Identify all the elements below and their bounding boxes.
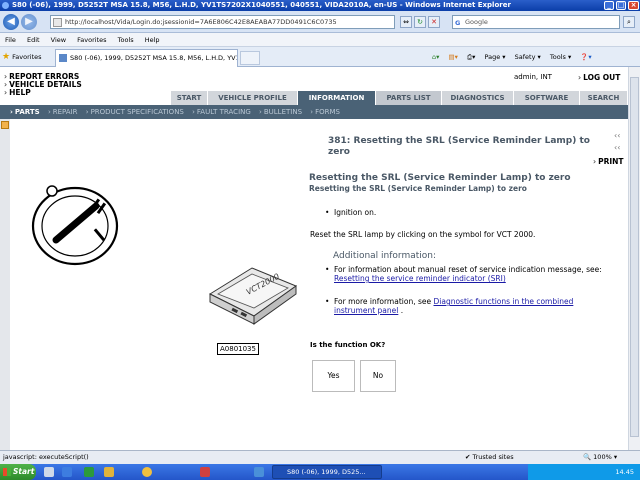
- search-input[interactable]: G Google: [452, 15, 620, 29]
- favorites-bar: ★ Favorites S80 (-06), 1999, D5252T MSA …: [0, 47, 640, 67]
- additional-info-heading: Additional information:: [333, 251, 437, 261]
- scrollbar-thumb[interactable]: [630, 77, 639, 437]
- print-link[interactable]: PRINT: [593, 158, 623, 166]
- menu-edit[interactable]: Edit: [27, 36, 40, 44]
- subnav-repair[interactable]: REPAIR: [48, 108, 78, 116]
- quicklaunch-ie2-icon[interactable]: [254, 467, 264, 477]
- collapse-icon-2[interactable]: ‹‹: [614, 143, 620, 152]
- ignition-lock-illustration: [31, 185, 119, 266]
- taskbar-ie-window[interactable]: S80 (-06), 1999, D525...: [272, 465, 382, 479]
- tab-vehicle-profile[interactable]: VEHICLE PROFILE: [208, 91, 298, 105]
- reset-instruction: Reset the SRL lamp by clicking on the sy…: [310, 230, 536, 239]
- vct2000-device-icon[interactable]: VCT2000: [208, 264, 298, 326]
- star-icon: ★: [2, 52, 11, 62]
- subnav-bulletins[interactable]: BULLETINS: [259, 108, 302, 116]
- step-ignition-on: Ignition on.: [325, 208, 376, 217]
- document-header: 381: Resetting the SRL (Service Reminder…: [328, 136, 590, 157]
- start-button[interactable]: Start: [0, 464, 36, 480]
- function-question: Is the function OK?: [310, 341, 386, 349]
- quicklaunch-app-icon[interactable]: [84, 467, 94, 477]
- user-name: admin, INT: [514, 73, 552, 81]
- feeds-icon[interactable]: ▤▾: [448, 53, 457, 61]
- menu-help[interactable]: Help: [145, 36, 160, 44]
- tab-page-icon: [59, 54, 67, 62]
- favorites-button[interactable]: ★ Favorites: [2, 51, 42, 63]
- back-button[interactable]: ◀: [3, 14, 19, 30]
- compat-view-icon[interactable]: ⇔: [400, 16, 412, 28]
- stop-icon[interactable]: ✕: [428, 16, 440, 28]
- zoom-level[interactable]: 🔍 100% ▾: [583, 451, 617, 464]
- forward-button[interactable]: ▶: [21, 14, 37, 30]
- security-zone: ✔ Trusted sites: [465, 453, 514, 461]
- maximize-button[interactable]: □: [616, 1, 626, 10]
- sri-reset-link[interactable]: Resetting the service reminder indicator…: [334, 274, 506, 283]
- window-title: S80 (-06), 1999, D5252T MSA 15.8, M56, L…: [12, 1, 511, 9]
- top-links: REPORT ERRORS VEHICLE DETAILS HELP: [4, 73, 82, 97]
- quicklaunch-media-icon[interactable]: [200, 467, 210, 477]
- info-item-1: For information about manual reset of se…: [325, 265, 616, 283]
- tab-parts-list[interactable]: PARTS LIST: [376, 91, 442, 105]
- address-toolbar: ◀ ▶ http://localhost/Vida/Login.do;jsess…: [0, 11, 640, 33]
- quicklaunch-desktop-icon[interactable]: [44, 467, 54, 477]
- browser-tab[interactable]: S80 (-06), 1999, D5252T MSA 15.8, M56, L…: [55, 49, 238, 67]
- folder-icon[interactable]: [1, 121, 9, 129]
- subnav-forms[interactable]: FORMS: [310, 108, 340, 116]
- taskbar: Start S80 (-06), 1999, D525... 14.45: [0, 464, 640, 480]
- image-reference-label: A0801035: [217, 343, 259, 355]
- sub-navigation: PARTS REPAIR PRODUCT SPECIFICATIONS FAUL…: [0, 105, 628, 119]
- menu-view[interactable]: View: [51, 36, 66, 44]
- status-text: javascript: executeScript(): [3, 453, 89, 461]
- subnav-parts[interactable]: PARTS: [10, 108, 40, 116]
- subnav-fault-tracing[interactable]: FAULT TRACING: [192, 108, 251, 116]
- help-link[interactable]: HELP: [4, 89, 82, 97]
- logout-link[interactable]: LOG OUT: [578, 74, 620, 82]
- safety-menu[interactable]: Safety ▾: [515, 53, 541, 61]
- tab-information[interactable]: INFORMATION: [298, 91, 376, 105]
- address-bar[interactable]: http://localhost/Vida/Login.do;jsessioni…: [50, 15, 395, 29]
- ie-icon: [2, 2, 9, 9]
- page-icon: [53, 18, 62, 27]
- quicklaunch-ie-icon[interactable]: [62, 467, 72, 477]
- home-icon[interactable]: ⌂▾: [432, 53, 439, 61]
- no-button[interactable]: No: [360, 360, 396, 392]
- tab-software[interactable]: SOFTWARE: [514, 91, 580, 105]
- menu-favorites[interactable]: Favorites: [77, 36, 106, 44]
- menu-tools[interactable]: Tools: [118, 36, 134, 44]
- quicklaunch-messenger-icon[interactable]: [142, 467, 152, 477]
- collapse-icon[interactable]: ‹‹: [614, 131, 620, 140]
- minimize-button[interactable]: _: [604, 1, 614, 10]
- window-title-bar: S80 (-06), 1999, D5252T MSA 15.8, M56, L…: [0, 0, 640, 11]
- tab-start[interactable]: START: [171, 91, 208, 105]
- google-icon: G: [455, 19, 461, 27]
- close-icon[interactable]: ×: [628, 1, 639, 10]
- tab-search[interactable]: SEARCH: [580, 91, 628, 105]
- info-item-2: For more information, see Diagnostic fun…: [325, 297, 616, 315]
- command-bar: ⌂▾ ▤▾ ⎙▾ Page ▾ Safety ▾ Tools ▾ ❓▾: [432, 51, 599, 63]
- menu-file[interactable]: File: [5, 36, 16, 44]
- yes-button[interactable]: Yes: [312, 360, 355, 392]
- status-bar: javascript: executeScript() ✔ Trusted si…: [0, 450, 640, 464]
- subnav-product-specifications[interactable]: PRODUCT SPECIFICATIONS: [86, 108, 184, 116]
- quicklaunch-folder-icon[interactable]: [104, 467, 114, 477]
- system-tray: 14.45: [528, 464, 640, 480]
- tools-menu[interactable]: Tools ▾: [550, 53, 571, 61]
- vertical-scrollbar[interactable]: [628, 67, 640, 450]
- left-panel-strip: [0, 119, 10, 450]
- print-icon[interactable]: ⎙▾: [467, 53, 475, 61]
- document-title: Resetting the SRL (Service Reminder Lamp…: [309, 173, 571, 183]
- page-menu[interactable]: Page ▾: [485, 53, 506, 61]
- help-menu-icon[interactable]: ❓▾: [580, 53, 591, 61]
- tab-diagnostics[interactable]: DIAGNOSTICS: [442, 91, 514, 105]
- new-tab-button[interactable]: [240, 51, 260, 65]
- search-icon[interactable]: ⌕: [623, 16, 635, 28]
- menu-bar: File Edit View Favorites Tools Help: [0, 33, 640, 47]
- refresh-icon[interactable]: ↻: [414, 16, 426, 28]
- clock: 14.45: [615, 468, 634, 476]
- document-subtitle: Resetting the SRL (Service Reminder Lamp…: [309, 184, 527, 193]
